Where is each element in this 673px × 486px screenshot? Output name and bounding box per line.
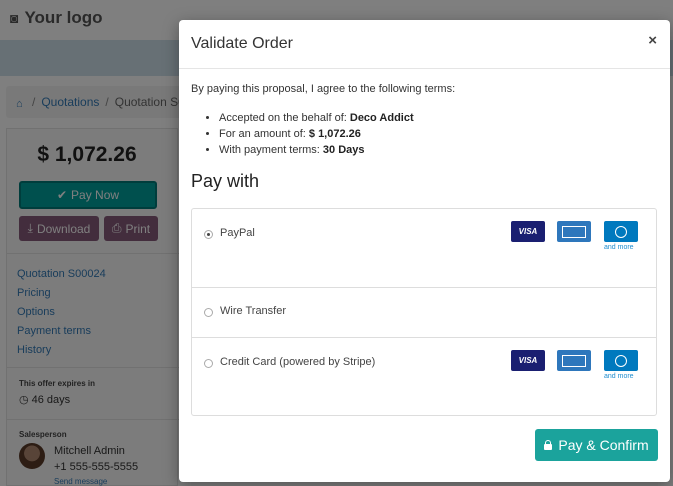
paypal-radio[interactable] [204,230,213,239]
modal-title: Validate Order [191,35,293,52]
amex-icon [557,221,591,242]
payment-methods-list: PayPal VISA and more Wire Transfer Credi… [191,208,657,416]
and-more-link[interactable]: and more [604,244,634,251]
lock-icon [544,440,553,450]
and-more-link[interactable]: and more [604,373,634,380]
pay-confirm-button[interactable]: Pay & Confirm [535,429,658,461]
payment-method-paypal[interactable]: PayPal VISA and more [192,209,656,288]
validate-order-modal: Validate Order × By paying this proposal… [179,20,670,482]
paypal-label: PayPal [220,227,255,239]
pay-confirm-label: Pay & Confirm [558,437,649,453]
stripe-radio[interactable] [204,359,213,368]
payment-method-stripe[interactable]: Credit Card (powered by Stripe) VISA and… [192,338,656,415]
close-icon[interactable]: × [648,32,657,49]
diners-club-icon [604,221,638,242]
paypal-card-icons: VISA and more [511,221,641,261]
modal-header: Validate Order × [179,20,670,69]
amex-icon [557,350,591,371]
visa-icon: VISA [511,350,545,371]
term-payment-terms: With payment terms: 30 Days [219,142,414,158]
wire-transfer-label: Wire Transfer [220,305,287,317]
stripe-label: Credit Card (powered by Stripe) [220,356,376,368]
pay-with-heading: Pay with [191,171,260,191]
terms-intro: By paying this proposal, I agree to the … [191,83,456,95]
term-accepted-by: Accepted on the behalf of: Deco Addict [219,110,414,126]
visa-icon: VISA [511,221,545,242]
stripe-card-icons: VISA and more [511,350,641,390]
terms-list: Accepted on the behalf of: Deco Addict F… [207,110,414,158]
wire-transfer-radio[interactable] [204,308,213,317]
diners-club-icon [604,350,638,371]
payment-method-wire-transfer[interactable]: Wire Transfer [192,288,656,338]
term-amount: For an amount of: $ 1,072.26 [219,126,414,142]
